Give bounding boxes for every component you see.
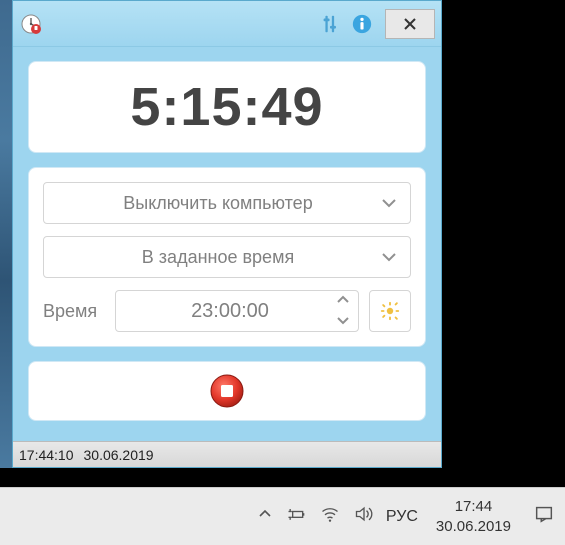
spinner-up-icon[interactable] <box>336 292 350 310</box>
taskbar: РУС 17:44 30.06.2019 <box>0 487 565 545</box>
control-panel <box>28 361 426 421</box>
notifications-icon[interactable] <box>533 503 555 530</box>
wifi-icon[interactable] <box>320 504 340 529</box>
content-area: 5:15:49 Выключить компьютер В заданное в… <box>13 47 441 421</box>
taskbar-clock[interactable]: 17:44 30.06.2019 <box>436 497 511 536</box>
shutdown-timer-window: 5:15:49 Выключить компьютер В заданное в… <box>12 0 442 468</box>
mode-dropdown-label: В заданное время <box>56 247 380 268</box>
time-value: 23:00:00 <box>124 300 336 323</box>
settings-icon[interactable] <box>315 9 345 39</box>
time-options-button[interactable] <box>369 290 411 332</box>
time-field-label: Время <box>43 301 105 322</box>
chevron-down-icon <box>380 194 398 212</box>
info-icon[interactable] <box>347 9 377 39</box>
tray-expand-icon[interactable] <box>258 507 272 526</box>
close-button[interactable] <box>385 9 435 39</box>
status-date: 30.06.2019 <box>84 447 154 463</box>
language-indicator[interactable]: РУС <box>386 508 418 526</box>
system-tray <box>258 504 374 529</box>
time-input[interactable]: 23:00:00 <box>115 290 359 332</box>
countdown-display: 5:15:49 <box>43 76 411 138</box>
statusbar: 17:44:10 30.06.2019 <box>13 441 441 467</box>
titlebar <box>13 1 441 47</box>
power-icon[interactable] <box>286 504 306 529</box>
spinner-down-icon[interactable] <box>336 312 350 330</box>
action-dropdown-label: Выключить компьютер <box>56 193 380 214</box>
taskbar-clock-date: 30.06.2019 <box>436 517 511 537</box>
desktop-background-strip <box>0 0 12 468</box>
action-dropdown[interactable]: Выключить компьютер <box>43 182 411 224</box>
time-spinner <box>336 292 350 330</box>
countdown-panel: 5:15:49 <box>28 61 426 153</box>
status-time: 17:44:10 <box>19 447 74 463</box>
time-row: Время 23:00:00 <box>43 290 411 332</box>
volume-icon[interactable] <box>354 504 374 529</box>
settings-panel: Выключить компьютер В заданное время Вре… <box>28 167 426 347</box>
chevron-down-icon <box>380 248 398 266</box>
stop-button[interactable] <box>209 373 245 409</box>
app-icon <box>21 14 41 34</box>
taskbar-clock-time: 17:44 <box>436 497 511 517</box>
mode-dropdown[interactable]: В заданное время <box>43 236 411 278</box>
